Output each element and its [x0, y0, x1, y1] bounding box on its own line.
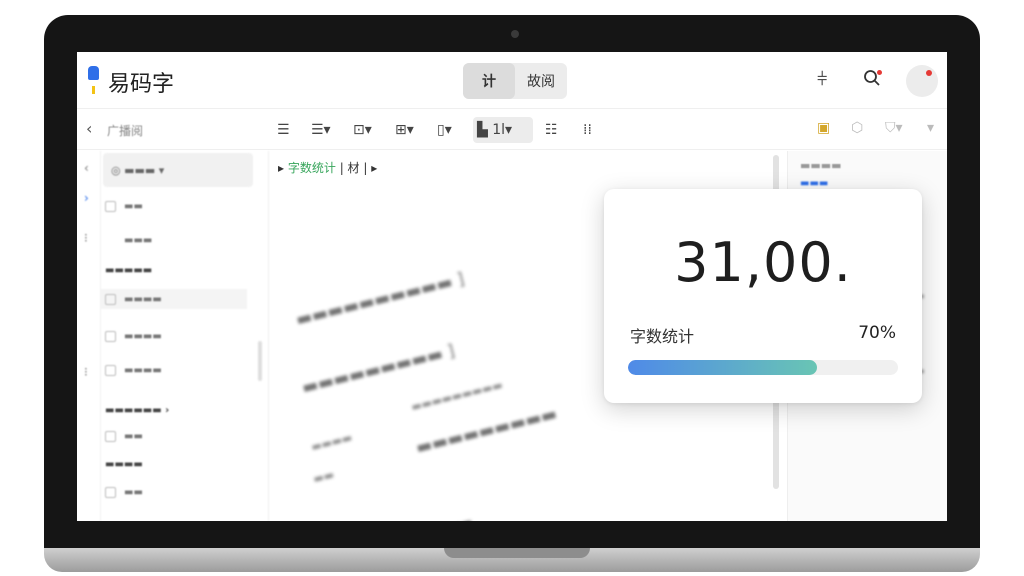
word-count-percent: 70%: [858, 323, 896, 343]
doc-line: ▬▬▬▬▬▬▬▬▬ ]: [300, 341, 457, 399]
mode-switch[interactable]: 计 故阅: [463, 63, 567, 99]
app-title: 易码字: [108, 72, 175, 97]
avatar-notification-dot: [926, 70, 932, 76]
mode-tab-write[interactable]: 计: [463, 63, 515, 99]
back-label[interactable]: 广播阅: [107, 122, 143, 139]
doc-line: ▬▬: [312, 467, 336, 486]
list-item[interactable]: ▬▬▬▬: [105, 365, 162, 376]
breadcrumb-arrow-icon: ▸: [278, 161, 285, 175]
search-notification-dot: [877, 70, 882, 75]
outline-icon[interactable]: ☷: [541, 117, 562, 143]
breadcrumb-rest[interactable]: | 材 |: [340, 161, 368, 175]
breadcrumb-next-icon: ▸: [371, 161, 378, 175]
doc-line: ▬▬▬▬: [430, 515, 473, 521]
sliders-icon[interactable]: ⫩: [817, 69, 827, 90]
breadcrumb-active[interactable]: 字数统计: [288, 161, 336, 175]
align-dropdown-icon[interactable]: ☰▾: [307, 117, 335, 143]
back-arrow-icon[interactable]: ‹: [86, 119, 92, 138]
list-item[interactable]: ▬▬: [105, 431, 143, 442]
outline-rail-icon[interactable]: ⁝: [84, 231, 88, 245]
list-item[interactable]: ▬▬: [105, 487, 143, 498]
logo-icon: [88, 66, 99, 80]
word-count-tool-icon[interactable]: ▙ 1l▾: [473, 117, 533, 143]
sidebar-header[interactable]: ◎ ▬▬▬ ▾: [103, 153, 253, 187]
list-item[interactable]: ▬▬▬▬: [105, 331, 162, 342]
left-sidebar: ‹ › ⁝ ⁝ ◎ ▬▬▬ ▾ ▬▬ ▬▬▬ ▬▬▬▬▬ ▬▬▬▬ ▬▬▬▬ ▬…: [77, 151, 269, 521]
list-item[interactable]: ▬▬: [105, 201, 143, 212]
laptop-notch: [444, 548, 590, 558]
page-dropdown-icon[interactable]: ▯▾: [433, 117, 456, 143]
chevron-right-icon[interactable]: ›: [84, 191, 89, 205]
word-count-number: 31,00.: [674, 231, 852, 294]
progress-bar: [628, 360, 898, 375]
list-item[interactable]: ▬▬▬▬: [101, 289, 247, 309]
breadcrumb: ▸ 字数统计 | 材 | ▸: [278, 159, 377, 176]
list-item[interactable]: ▬▬▬: [105, 235, 152, 246]
doc-line: ▬▬▬▬: [310, 430, 354, 454]
doc-line: ▬▬▬▬▬▬▬▬▬▬ ]: [294, 269, 467, 331]
note-icon[interactable]: ▣: [817, 120, 830, 136]
camera: [511, 30, 519, 38]
bookmark-rail-icon[interactable]: ⁝: [84, 365, 88, 379]
right-panel-link[interactable]: ▬▬▬: [800, 178, 828, 189]
editor-toolbar: ‹ 广播阅 ☰ ☰▾ ⊡▾ ⊞▾ ▯▾ ▙ 1l▾ ☷ ⁞⁞ ▣ ⬡ ⛉▾ ▾: [77, 110, 947, 150]
progress-fill: [628, 360, 817, 375]
list-icon[interactable]: ☰: [273, 117, 294, 143]
list-item[interactable]: ▬▬▬▬▬: [105, 265, 152, 276]
more-icon[interactable]: ⁞⁞: [579, 117, 596, 143]
sidebar-scrollbar[interactable]: [258, 341, 262, 381]
list-item[interactable]: ▬▬▬▬▬▬ ›: [105, 405, 169, 416]
chevron-left-icon[interactable]: ‹: [84, 161, 89, 175]
chevron-down-icon[interactable]: ▾: [927, 120, 934, 136]
app-header: 易码字 计 故阅 ⫩: [77, 52, 947, 109]
table-dropdown-icon[interactable]: ⊞▾: [391, 117, 418, 143]
insert-dropdown-icon[interactable]: ⊡▾: [349, 117, 376, 143]
word-count-card: 31,00. 字数统计 70%: [604, 189, 922, 403]
right-panel-title: ▬▬▬▬: [800, 159, 842, 172]
avatar[interactable]: [906, 65, 938, 97]
logo-accent: [92, 86, 95, 94]
doc-line: ▬▬▬▬▬▬▬▬▬: [410, 378, 504, 414]
doc-line: ▬▬▬▬▬▬▬▬▬: [414, 404, 560, 459]
word-count-label: 字数统计: [630, 327, 695, 346]
sidebar-rail: ‹ › ⁝ ⁝: [77, 151, 101, 521]
list-item[interactable]: ▬▬▬▬: [105, 459, 143, 470]
export-dropdown-icon[interactable]: ⛉▾: [885, 120, 903, 136]
mode-tab-read[interactable]: 故阅: [515, 63, 567, 99]
shield-icon[interactable]: ⬡: [851, 120, 863, 136]
